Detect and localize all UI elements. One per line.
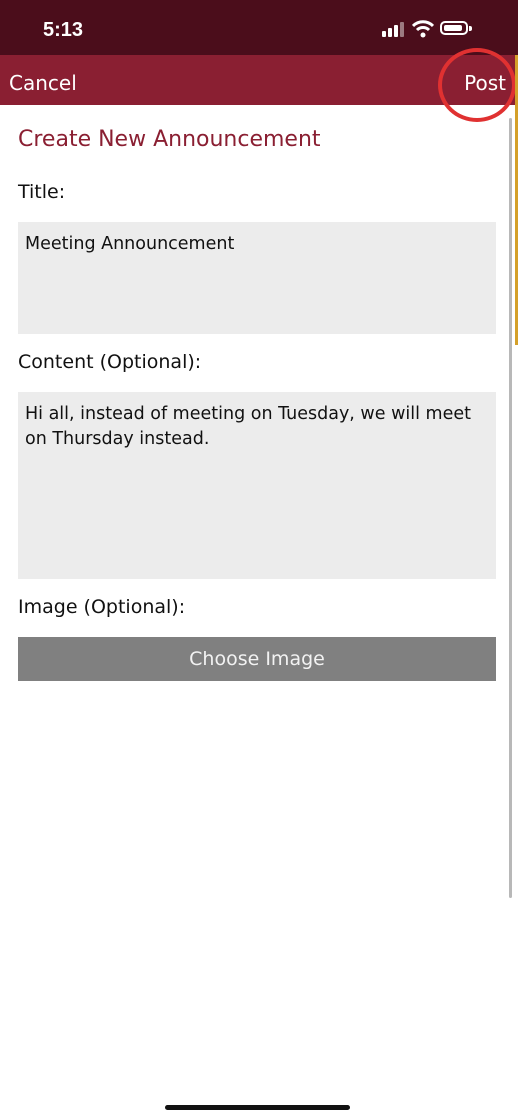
page-title: Create New Announcement	[18, 127, 321, 152]
home-indicator[interactable]	[165, 1105, 350, 1110]
cancel-button[interactable]: Cancel	[9, 71, 77, 95]
cellular-signal-icon	[382, 21, 404, 37]
choose-image-button[interactable]: Choose Image	[18, 637, 496, 681]
image-label: Image (Optional):	[18, 596, 186, 618]
content-label: Content (Optional):	[18, 351, 202, 373]
status-time: 5:13	[43, 19, 84, 41]
title-field[interactable]: Meeting Announcement	[18, 222, 496, 334]
scrollbar[interactable]	[509, 118, 512, 898]
post-button[interactable]: Post	[464, 71, 506, 95]
title-label: Title:	[18, 181, 66, 203]
status-bar: 5:13	[0, 0, 518, 55]
navigation-bar: Cancel Post	[0, 55, 518, 105]
content-field[interactable]: Hi all, instead of meeting on Tuesday, w…	[18, 392, 496, 579]
battery-icon	[440, 21, 472, 35]
wifi-icon	[412, 20, 434, 38]
